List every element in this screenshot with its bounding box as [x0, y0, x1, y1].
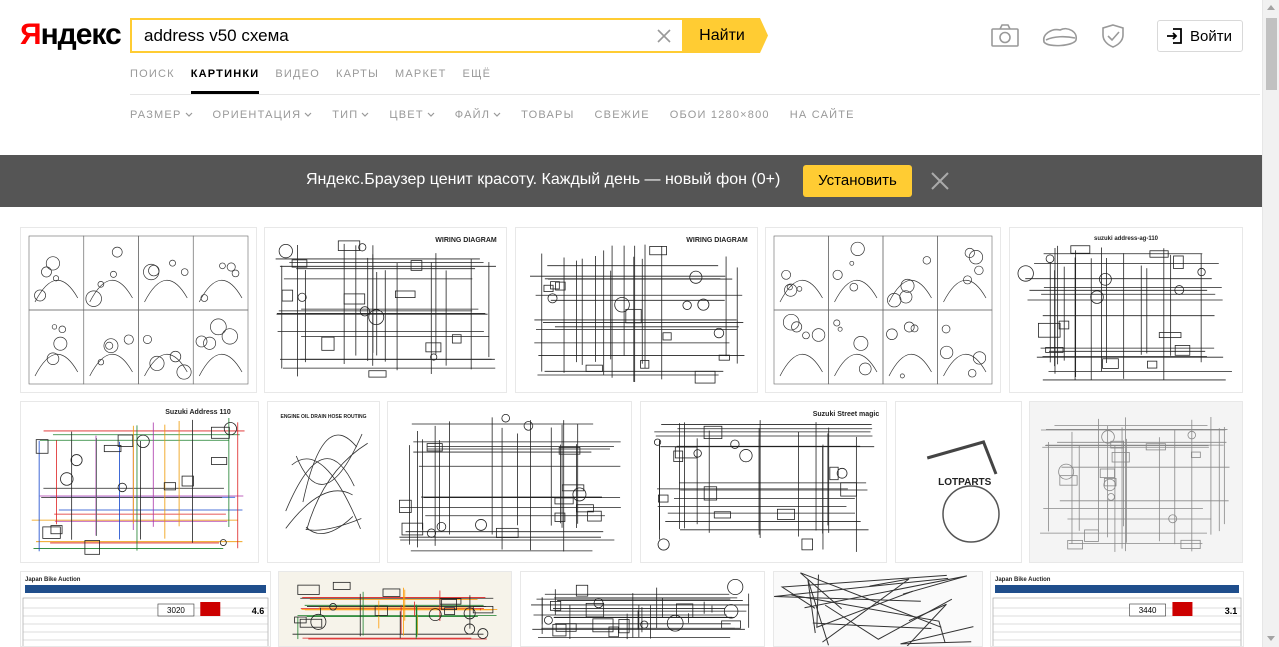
tab-search[interactable]: ПОИСК: [130, 68, 175, 94]
filter-file[interactable]: ФАЙЛ: [455, 109, 501, 121]
filter-orientation[interactable]: ОРИЕНТАЦИЯ: [213, 109, 313, 121]
thumbnail-caption: Suzuki Street magic: [813, 411, 880, 418]
login-label: Войти: [1190, 27, 1232, 45]
install-button[interactable]: Установить: [803, 165, 912, 197]
filter-goods[interactable]: ТОВАРЫ: [521, 109, 574, 121]
filter-color[interactable]: ЦВЕТ: [389, 109, 435, 121]
auction-grade: 3.1: [1225, 606, 1238, 616]
image-result-thumbnail[interactable]: [1029, 401, 1243, 563]
cloud-icon[interactable]: [1040, 22, 1080, 50]
image-result-thumbnail[interactable]: [520, 571, 765, 647]
image-result-thumbnail[interactable]: WIRING DIAGRAM: [515, 227, 758, 393]
tab-market[interactable]: МАРКЕТ: [395, 68, 447, 94]
thumbnail-caption: WIRING DIAGRAM: [686, 237, 748, 244]
thumbnail-image: [773, 235, 993, 385]
thumbnail-image: WIRING DIAGRAM: [275, 237, 497, 378]
auction-grade: 4.6: [252, 606, 265, 616]
thumbnail-caption: ENGINE OIL DRAIN HOSE ROUTING: [280, 414, 366, 420]
filter-on-site[interactable]: НА САЙТЕ: [790, 109, 855, 121]
thumbnail-caption: Japan Bike Auction: [995, 577, 1051, 583]
tab-maps[interactable]: КАРТЫ: [336, 68, 379, 94]
search-box: [130, 18, 682, 53]
chevron-down-icon: [493, 112, 501, 117]
thumbnail-image: LOTPARTS: [926, 440, 1000, 543]
image-result-thumbnail[interactable]: Suzuki Address 110: [20, 401, 259, 563]
thumbnail-image: WIRING DIAGRAM: [530, 237, 748, 384]
thumbnail-caption: WIRING DIAGRAM: [435, 237, 497, 244]
thumbnail-caption: Japan Bike Auction: [25, 577, 81, 583]
image-result-thumbnail[interactable]: suzuki address-ag-110: [1009, 227, 1243, 393]
find-button-label: Найти: [699, 27, 745, 44]
image-result-thumbnail[interactable]: LOTPARTS: [895, 401, 1022, 563]
browser-promo-banner: Яндекс.Браузер ценит красоту. Каждый ден…: [0, 155, 1262, 207]
close-icon[interactable]: [930, 171, 950, 191]
scroll-up-arrow[interactable]: [1267, 5, 1275, 10]
thumbnail-image: Japan Bike Auction 3020 4.6: [22, 577, 269, 646]
thumbnail-image: [279, 572, 511, 646]
filter-size[interactable]: РАЗМЕР: [130, 109, 193, 121]
login-icon: [1167, 28, 1182, 44]
yandex-logo[interactable]: Яндекс: [20, 18, 122, 52]
tab-images[interactable]: КАРТИНКИ: [190, 68, 260, 94]
scroll-down-arrow[interactable]: [1267, 636, 1275, 641]
service-tabs: ПОИСК КАРТИНКИ ВИДЕО КАРТЫ МАРКЕТ ЕЩЁ: [130, 68, 507, 94]
thumbnail-caption: Suzuki Address 110: [165, 409, 231, 416]
image-result-thumbnail[interactable]: [387, 401, 632, 563]
thumbnail-image: [774, 572, 982, 646]
shield-icon[interactable]: [1098, 22, 1128, 50]
auction-price: 3440: [1139, 606, 1157, 615]
scrollbar[interactable]: [1262, 0, 1279, 647]
thumbnail-image: [1030, 402, 1242, 562]
image-result-thumbnail[interactable]: [773, 571, 983, 647]
find-button[interactable]: Найти: [682, 18, 768, 53]
filter-fresh[interactable]: СВЕЖИЕ: [595, 109, 650, 121]
thumbnail-image: Suzuki Address 110: [31, 409, 245, 555]
thumbnail-caption: LOTPARTS: [938, 477, 991, 488]
camera-icon[interactable]: [990, 22, 1020, 50]
thumbnail-image: ENGINE OIL DRAIN HOSE ROUTING: [280, 414, 368, 535]
thumbnail-image: Japan Bike Auction 3440 3.1: [992, 577, 1242, 646]
login-button[interactable]: Войти: [1157, 20, 1243, 52]
image-result-thumbnail[interactable]: Suzuki Street magic: [640, 401, 887, 563]
thumbnail-image: suzuki address-ag-110: [1017, 236, 1232, 381]
filter-type[interactable]: ТИП: [332, 109, 369, 121]
yandex-images-page: Яндекс Найти Войти ПОИСК КАРТИНКИ ВИДЕО …: [0, 0, 1279, 647]
banner-text: Яндекс.Браузер ценит красоту. Каждый ден…: [306, 171, 781, 188]
image-result-thumbnail[interactable]: [765, 227, 1001, 393]
auction-price: 3020: [167, 606, 185, 615]
filters-bar: РАЗМЕР ОРИЕНТАЦИЯ ТИП ЦВЕТ ФАЙЛ ТОВАРЫ С…: [130, 109, 875, 121]
image-result-thumbnail[interactable]: ENGINE OIL DRAIN HOSE ROUTING: [267, 401, 380, 563]
thumbnail-image: [531, 578, 750, 640]
chevron-down-icon: [361, 112, 369, 117]
chevron-down-icon: [304, 112, 312, 117]
clear-icon[interactable]: [654, 26, 674, 46]
chevron-down-icon: [427, 112, 435, 117]
thumbnail-caption: suzuki address-ag-110: [1094, 236, 1159, 242]
thumbnail-image: Suzuki Street magic: [653, 411, 880, 552]
thumbnail-image: [28, 235, 249, 385]
image-result-thumbnail[interactable]: Japan Bike Auction 3440 3.1: [990, 571, 1244, 647]
chevron-down-icon: [185, 112, 192, 117]
tab-more[interactable]: ЕЩЁ: [463, 68, 492, 94]
search-input[interactable]: [132, 20, 632, 51]
image-result-thumbnail[interactable]: WIRING DIAGRAM: [264, 227, 507, 393]
tab-video[interactable]: ВИДЕО: [275, 68, 320, 94]
filter-wallpapers[interactable]: ОБОИ 1280×800: [670, 109, 770, 121]
header-divider: [130, 94, 1260, 95]
image-result-thumbnail[interactable]: [278, 571, 512, 647]
thumbnail-image: [399, 413, 621, 552]
image-result-thumbnail[interactable]: Japan Bike Auction 3020 4.6: [20, 571, 271, 647]
scrollbar-thumb[interactable]: [1266, 18, 1277, 90]
image-result-thumbnail[interactable]: [20, 227, 257, 393]
